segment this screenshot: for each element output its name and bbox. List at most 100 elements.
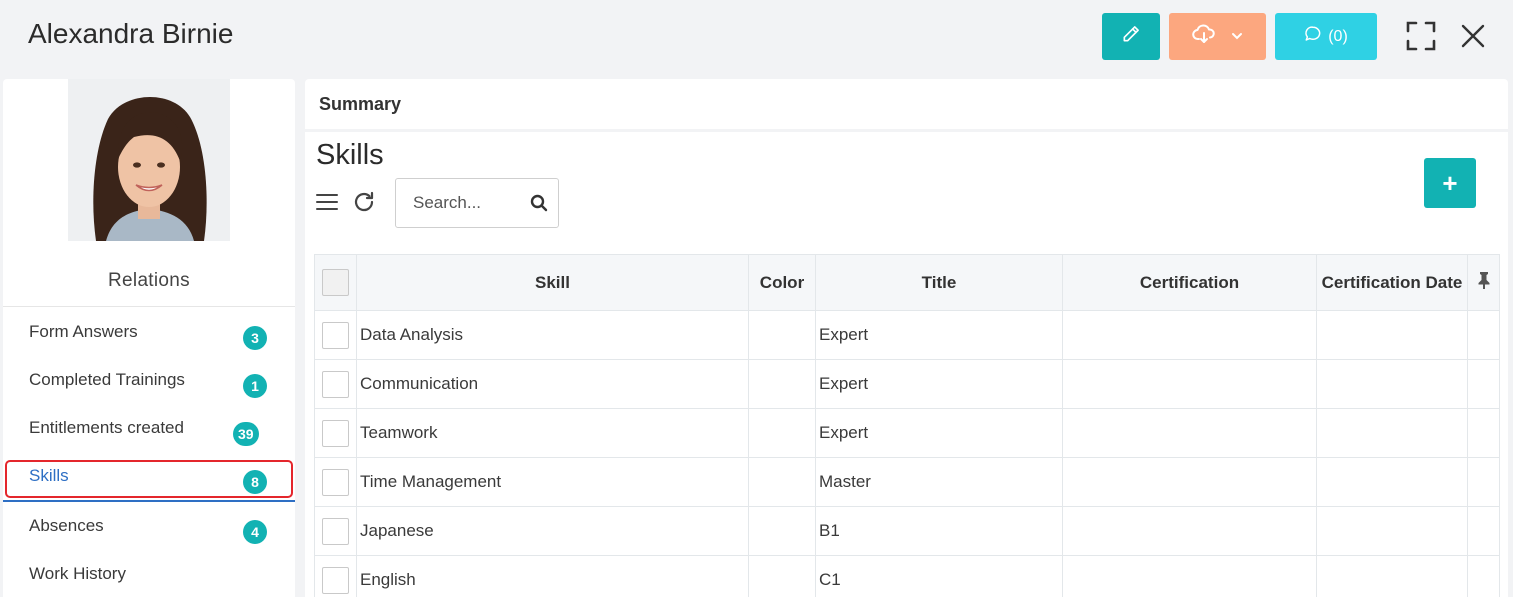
cell-certification <box>1062 310 1317 360</box>
section-title: Skills <box>316 139 384 171</box>
cell-certification-date <box>1316 457 1468 507</box>
page-header: Alexandra Birnie (0) <box>0 0 1513 72</box>
summary-label: Summary <box>319 94 402 114</box>
cell-title: B1 <box>815 506 1063 556</box>
search-box <box>395 178 559 228</box>
relation-label: Absences <box>29 516 104 535</box>
relation-item-entitlements-created[interactable]: Entitlements created 39 <box>3 416 295 456</box>
cell-certification-date <box>1316 359 1468 409</box>
column-header-skill[interactable]: Skill <box>356 254 749 311</box>
column-header-title[interactable]: Title <box>815 254 1063 311</box>
cell-skill: Teamwork <box>356 408 749 458</box>
relation-item-completed-trainings[interactable]: Completed Trainings 1 <box>3 368 295 408</box>
table-row[interactable]: Japanese B1 <box>314 506 1500 556</box>
chevron-down-icon <box>1230 28 1244 46</box>
skills-card: Skills + Skill Color Title Ce <box>305 132 1508 597</box>
cell-skill: Communication <box>356 359 749 409</box>
select-all-cell <box>314 254 357 311</box>
search-icon[interactable] <box>530 194 548 212</box>
cell-empty <box>1467 555 1500 597</box>
relations-panel: Relations Form Answers 3 Completed Train… <box>3 79 295 597</box>
cell-empty <box>1467 408 1500 458</box>
cell-empty <box>1467 310 1500 360</box>
cell-color <box>748 506 816 556</box>
page-title: Alexandra Birnie <box>28 18 234 49</box>
menu-icon[interactable] <box>314 189 340 215</box>
skills-table: Skill Color Title Certification Certific… <box>314 254 1500 597</box>
pin-column-cell <box>1467 254 1500 311</box>
comments-button[interactable]: (0) <box>1275 13 1377 60</box>
cell-certification-date <box>1316 310 1468 360</box>
row-select-cell <box>314 506 357 556</box>
count-badge: 4 <box>243 520 267 544</box>
cell-color <box>748 359 816 409</box>
fullscreen-icon[interactable] <box>1403 18 1439 54</box>
cell-color <box>748 555 816 597</box>
relation-item-skills[interactable]: Skills 8 <box>3 464 295 502</box>
table-header-row: Skill Color Title Certification Certific… <box>314 254 1500 311</box>
table-row[interactable]: Teamwork Expert <box>314 408 1500 458</box>
row-checkbox[interactable] <box>322 517 349 545</box>
cell-title: Expert <box>815 359 1063 409</box>
cell-empty <box>1467 457 1500 507</box>
select-all-checkbox[interactable] <box>322 269 349 296</box>
row-checkbox[interactable] <box>322 321 349 349</box>
comments-count: (0) <box>1328 27 1348 45</box>
row-select-cell <box>314 359 357 409</box>
divider <box>3 306 295 307</box>
pin-icon[interactable] <box>1477 272 1491 293</box>
cell-certification <box>1062 506 1317 556</box>
table-row[interactable]: Time Management Master <box>314 457 1500 507</box>
table-row[interactable]: Data Analysis Expert <box>314 310 1500 360</box>
cell-color <box>748 457 816 507</box>
count-badge: 8 <box>243 470 267 494</box>
row-select-cell <box>314 555 357 597</box>
cell-skill: English <box>356 555 749 597</box>
relation-label: Entitlements created <box>29 418 184 437</box>
cell-empty <box>1467 506 1500 556</box>
cell-certification <box>1062 359 1317 409</box>
edit-button[interactable] <box>1102 13 1160 60</box>
row-checkbox[interactable] <box>322 419 349 447</box>
row-checkbox[interactable] <box>322 370 349 398</box>
cloud-download-icon <box>1191 24 1216 49</box>
cell-skill: Japanese <box>356 506 749 556</box>
cell-color <box>748 408 816 458</box>
relation-label: Work History <box>29 564 126 583</box>
pencil-icon <box>1121 24 1141 49</box>
relation-label: Form Answers <box>29 322 138 341</box>
column-header-certification-date[interactable]: Certification Date <box>1316 254 1468 311</box>
cell-certification-date <box>1316 408 1468 458</box>
row-checkbox[interactable] <box>322 468 349 496</box>
cell-empty <box>1467 359 1500 409</box>
refresh-icon[interactable] <box>351 189 377 215</box>
cell-title: Expert <box>815 408 1063 458</box>
table-row[interactable]: English C1 <box>314 555 1500 597</box>
cell-certification <box>1062 457 1317 507</box>
cell-certification <box>1062 555 1317 597</box>
row-checkbox[interactable] <box>322 566 349 594</box>
cell-title: Master <box>815 457 1063 507</box>
cell-title: Expert <box>815 310 1063 360</box>
download-button[interactable] <box>1169 13 1266 60</box>
row-select-cell <box>314 408 357 458</box>
cell-certification <box>1062 408 1317 458</box>
relation-item-form-answers[interactable]: Form Answers 3 <box>3 320 295 360</box>
cell-title: C1 <box>815 555 1063 597</box>
comment-icon <box>1304 25 1322 48</box>
add-skill-button[interactable]: + <box>1424 158 1476 208</box>
summary-tab[interactable]: Summary <box>305 79 1508 129</box>
row-select-cell <box>314 310 357 360</box>
count-badge: 1 <box>243 374 267 398</box>
cell-color <box>748 310 816 360</box>
search-input[interactable] <box>396 179 526 227</box>
relation-item-absences[interactable]: Absences 4 <box>3 514 295 554</box>
relation-item-work-history[interactable]: Work History <box>3 562 295 597</box>
avatar <box>68 79 230 241</box>
relation-label: Completed Trainings <box>29 370 185 389</box>
close-icon[interactable] <box>1455 18 1491 54</box>
count-badge: 3 <box>243 326 267 350</box>
column-header-color[interactable]: Color <box>748 254 816 311</box>
column-header-certification[interactable]: Certification <box>1062 254 1317 311</box>
table-row[interactable]: Communication Expert <box>314 359 1500 409</box>
